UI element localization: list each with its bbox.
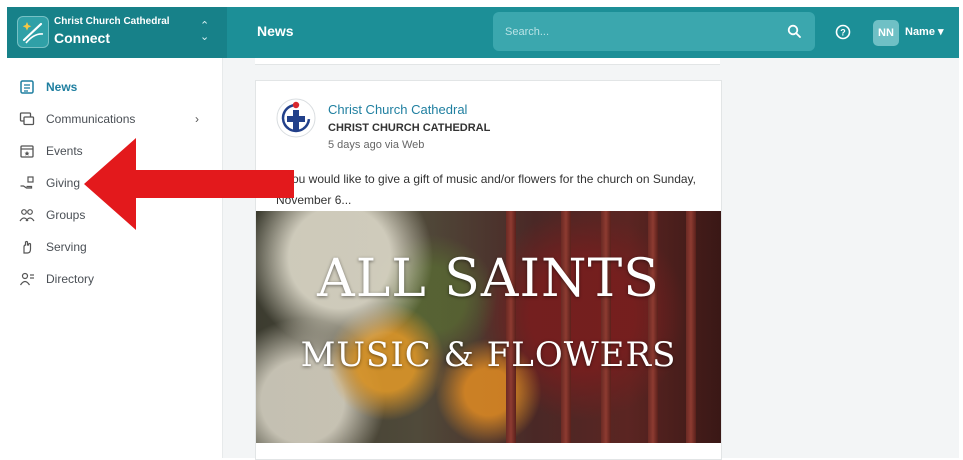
red-arrow-annotation [84, 138, 294, 230]
previous-post-card [255, 58, 720, 65]
org-switcher[interactable]: Christ Church Cathedral Connect ⌃ ⌄ [7, 7, 227, 58]
sidebar-item-serving[interactable]: Serving [7, 234, 222, 260]
sidebar-item-communications[interactable]: Communications › [7, 106, 222, 132]
org-name: Christ Church Cathedral [54, 16, 170, 27]
image-pillar [648, 211, 658, 443]
post-organization: CHRIST CHURCH CATHEDRAL [328, 122, 491, 134]
chevron-down-icon: ▾ [938, 26, 944, 38]
giving-icon [20, 176, 34, 189]
post-image[interactable]: ALL SAINTS MUSIC & FLOWERS [256, 211, 721, 443]
news-icon [20, 80, 34, 94]
org-switch-chevron-icon[interactable]: ⌃ ⌄ [200, 21, 209, 43]
chevron-right-icon: › [195, 112, 199, 126]
communications-icon [19, 112, 35, 126]
sidebar-item-label: Events [46, 144, 83, 158]
avatar[interactable]: NN [873, 20, 899, 46]
user-name: Name [905, 26, 935, 38]
user-menu[interactable]: Name ▾ [905, 25, 944, 38]
top-bar: Christ Church Cathedral Connect ⌃ ⌄ News … [7, 7, 959, 58]
news-feed: Christ Church Cathedral CHRIST CHURCH CA… [223, 58, 959, 460]
post-author-link[interactable]: Christ Church Cathedral [328, 102, 467, 117]
image-title-line2: MUSIC & FLOWERS [300, 335, 677, 375]
sidebar-item-label: Communications [46, 112, 136, 126]
image-title-line1: ALL SAINTS [317, 249, 660, 309]
post-body-text[interactable]: If you would like to give a gift of musi… [276, 169, 706, 211]
page-title: News [257, 23, 294, 39]
sidebar-item-label: Directory [46, 272, 95, 286]
search-input[interactable] [503, 22, 777, 42]
app-name: Connect [54, 30, 110, 46]
directory-icon [19, 272, 34, 286]
search-icon[interactable] [787, 24, 801, 43]
svg-text:?: ? [840, 28, 846, 38]
org-logo-icon [17, 16, 49, 48]
post-card[interactable]: Christ Church Cathedral CHRIST CHURCH CA… [255, 80, 722, 460]
sidebar-item-label: News [46, 80, 78, 94]
serving-icon [23, 240, 32, 254]
post-timestamp: 5 days ago via Web [328, 139, 425, 151]
sidebar-item-label: Groups [46, 208, 86, 222]
image-pillar [561, 211, 571, 443]
sidebar-item-label: Giving [46, 176, 81, 190]
sidebar-item-directory[interactable]: Directory [7, 266, 222, 292]
sidebar: News Communications › Events Giving Grou… [7, 58, 223, 458]
sidebar-item-label: Serving [46, 240, 87, 254]
image-pillar [686, 211, 696, 443]
church-logo-icon [276, 98, 316, 138]
image-pillar [601, 211, 611, 443]
image-pillar [506, 211, 516, 443]
search-box[interactable] [493, 12, 815, 51]
sidebar-item-news[interactable]: News [7, 74, 222, 100]
groups-icon [19, 209, 35, 222]
events-icon [20, 145, 34, 158]
help-icon[interactable]: ? [835, 24, 851, 45]
